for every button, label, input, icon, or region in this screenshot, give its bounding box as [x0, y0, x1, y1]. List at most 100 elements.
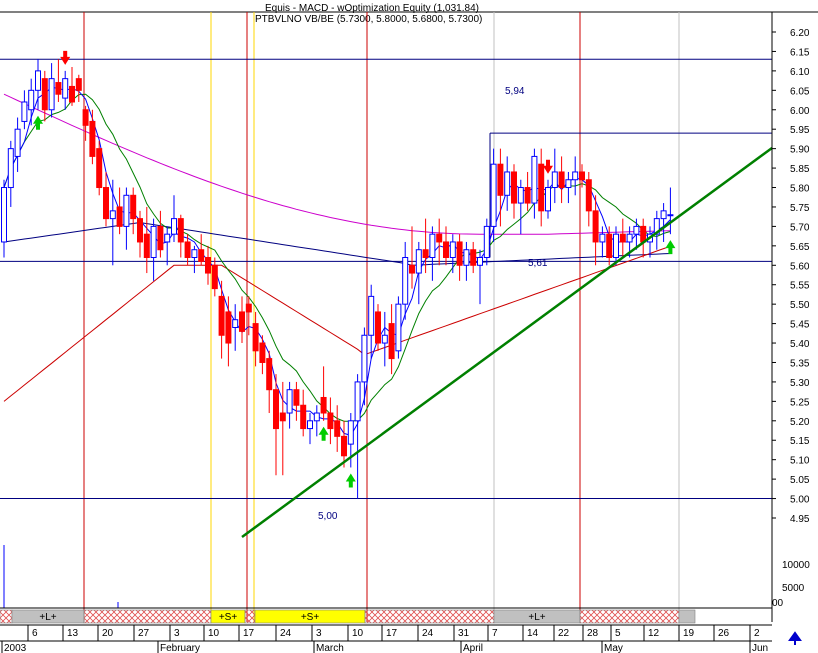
- annotation-561: 5,61: [528, 258, 548, 269]
- candle-body: [443, 241, 449, 259]
- candle-body: [41, 78, 48, 111]
- signal-segment: [579, 609, 680, 624]
- candle-body: [300, 404, 307, 430]
- candle-body: [232, 319, 239, 328]
- candle-body: [354, 381, 361, 422]
- candle-body: [143, 233, 150, 259]
- x-day-label: 14: [527, 628, 539, 639]
- candle-body: [538, 163, 545, 212]
- x-month-label: Jun: [752, 643, 768, 653]
- candle-body: [429, 233, 436, 259]
- x-day-label: 3: [174, 628, 180, 639]
- x-day-label: 10: [352, 628, 364, 639]
- x-day-label: 10: [208, 628, 220, 639]
- candle-body: [286, 389, 293, 414]
- y-tick-label: 5.80: [790, 184, 810, 195]
- candle-body: [103, 187, 109, 220]
- candle-body: [524, 187, 531, 204]
- y-tick-label: 5.40: [790, 339, 810, 350]
- y-tick-label: 5.05: [790, 475, 810, 486]
- y-tick-label: 5.10: [790, 456, 810, 467]
- candle-body: [368, 295, 375, 336]
- candle-body: [619, 233, 626, 243]
- x-month-label: February: [160, 643, 200, 653]
- candle-body: [35, 70, 41, 91]
- candle-body: [157, 225, 164, 251]
- candle-body: [470, 249, 477, 266]
- candle-body: [347, 420, 354, 445]
- candle-body: [55, 82, 62, 95]
- candle-body: [130, 194, 137, 220]
- x-month-label: 2003: [4, 643, 27, 653]
- y-tick-label: 5.15: [790, 436, 810, 447]
- x-day-label: 22: [558, 628, 570, 639]
- candle-body: [463, 249, 470, 266]
- candle-body: [402, 257, 409, 305]
- candle-body: [585, 179, 592, 212]
- candle-body: [633, 225, 640, 235]
- candle-body: [279, 412, 286, 422]
- candle-body: [613, 233, 619, 259]
- signal-label: +L+: [528, 612, 545, 623]
- candle-body: [477, 257, 483, 266]
- x-day-label: 24: [422, 628, 434, 639]
- candle-body: [504, 171, 511, 196]
- candle-body: [375, 311, 381, 344]
- candle-body: [191, 249, 198, 259]
- chart-background: [0, 0, 818, 653]
- signal-segment: [83, 609, 212, 624]
- x-day-label: 31: [458, 628, 470, 639]
- candle-body: [48, 78, 55, 111]
- y-tick-label: 5.95: [790, 125, 810, 136]
- candle-body: [150, 225, 157, 259]
- candle-body: [164, 233, 171, 243]
- candle-body: [436, 233, 443, 243]
- candle-body: [640, 225, 647, 243]
- candle-body: [198, 249, 205, 262]
- price-chart: Equis - MACD - wOptimization Equity (1,0…: [0, 0, 818, 653]
- x-day-label: 3: [316, 628, 322, 639]
- candle-body: [592, 210, 599, 243]
- candle-body: [89, 120, 96, 157]
- candle-body: [361, 334, 368, 383]
- y-tick-label: 6.20: [790, 28, 810, 39]
- candle-body: [313, 412, 320, 422]
- candle-body: [320, 396, 327, 414]
- candle-body: [109, 210, 116, 220]
- y-tick-label: 5.85: [790, 164, 810, 175]
- candle-body: [388, 323, 395, 360]
- candle-body: [177, 218, 184, 243]
- y-tick-label: 6.15: [790, 47, 810, 58]
- candle-body: [660, 210, 667, 220]
- candle-body: [415, 249, 422, 274]
- candle-body: [327, 412, 334, 430]
- candle-body: [293, 389, 300, 406]
- candle-body: [239, 311, 245, 332]
- x-month-label: April: [463, 643, 483, 653]
- candle-body: [456, 241, 463, 266]
- x-day-label: 24: [280, 628, 292, 639]
- candle-body: [395, 303, 402, 352]
- candle-body: [116, 206, 123, 227]
- x-day-label: 7: [492, 628, 498, 639]
- signal-segment: [364, 609, 495, 624]
- signal-segment: [244, 609, 256, 624]
- candle-body: [334, 420, 341, 437]
- x-day-label: 26: [718, 628, 730, 639]
- signal-label: +L+: [39, 612, 56, 623]
- candle-body: [667, 214, 674, 217]
- candle-body: [381, 334, 388, 344]
- candle-body: [422, 249, 429, 259]
- candle-body: [606, 233, 613, 259]
- y-tick-label: 5.00: [790, 495, 810, 506]
- y-tick-label: 5.45: [790, 320, 810, 331]
- candle-body: [137, 218, 143, 243]
- y-tick-label: 5.55: [790, 281, 810, 292]
- candle-body: [171, 218, 177, 235]
- x-month-label: March: [316, 643, 344, 653]
- y-tick-label: 5.90: [790, 145, 810, 156]
- candle-body: [259, 342, 266, 363]
- y-tick-label: 5.20: [790, 417, 810, 428]
- candle-body: [1, 187, 7, 243]
- signal-label: +S+: [219, 612, 238, 623]
